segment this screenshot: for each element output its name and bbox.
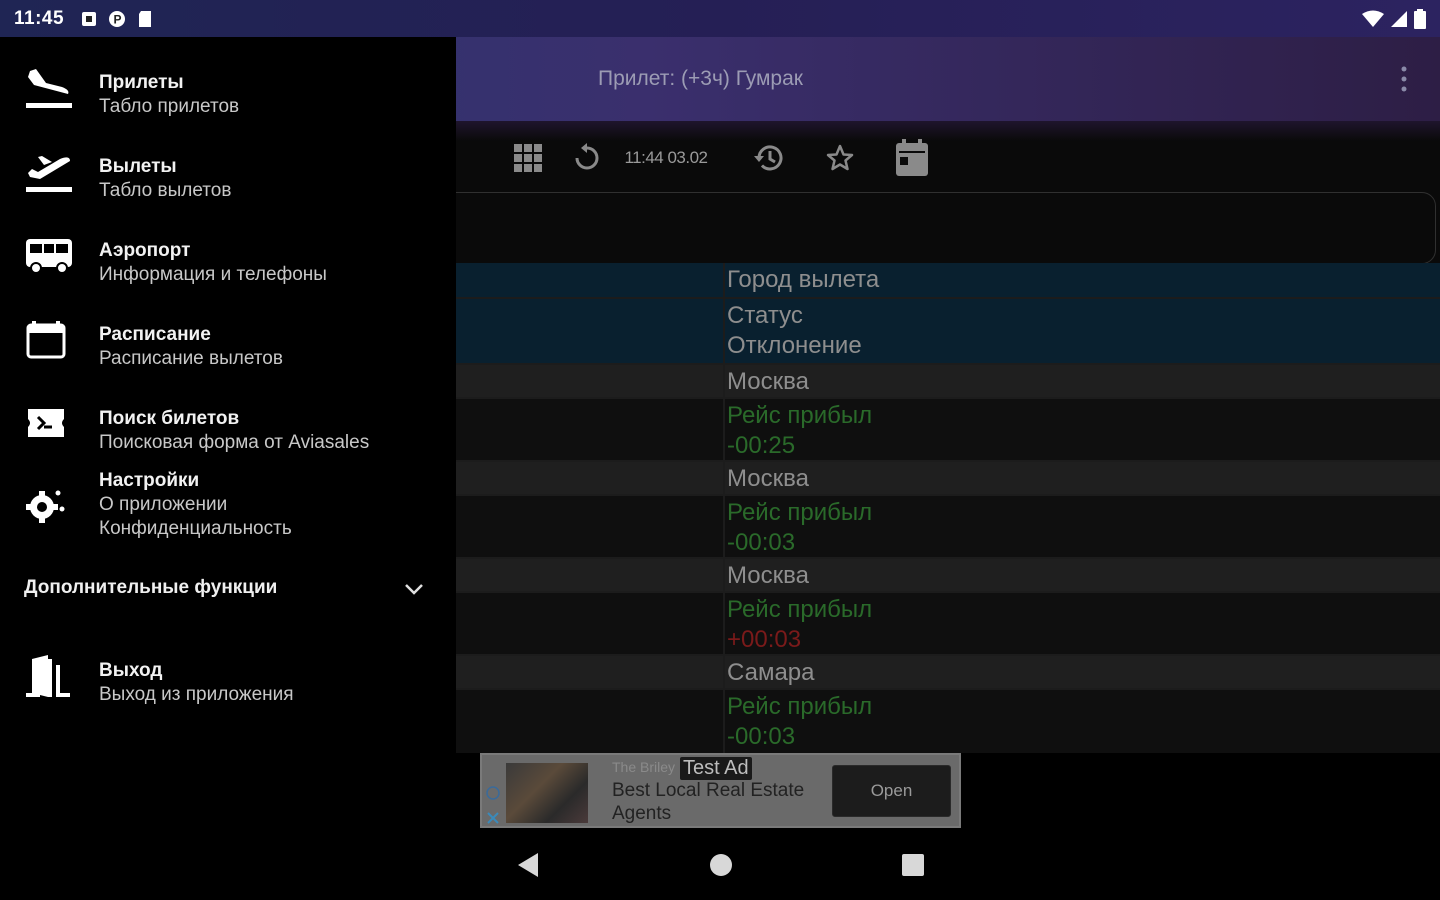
- settings-icon: [26, 490, 65, 523]
- exit-door-icon: [26, 655, 70, 697]
- ad-advertiser: The Briley: [612, 759, 676, 775]
- drawer-item-schedule[interactable]: Расписание Расписание вылетов: [0, 311, 456, 381]
- drawer-item-airport[interactable]: Аэропорт Информация и телефоны: [0, 227, 456, 297]
- status-time: 11:45: [14, 7, 65, 29]
- app-bar-title: Прилет: (+3ч) Гумрак: [598, 67, 803, 90]
- drawer-item-subtitle: Выход из приложения: [99, 684, 294, 705]
- drawer-item-exit[interactable]: Выход Выход из приложения: [0, 647, 456, 717]
- drawer-item-arrivals[interactable]: Прилеты Табло прилетов: [0, 59, 456, 129]
- recents-icon[interactable]: [898, 850, 928, 880]
- drawer-item-title: Вылеты: [99, 156, 177, 177]
- drawer-item-title: Аэропорт: [99, 240, 191, 261]
- table-row[interactable]: Рейс прибыл -00:03: [456, 690, 1440, 753]
- header-deviation: Отклонение: [727, 332, 862, 359]
- system-nav-bar: [0, 828, 1440, 900]
- row-status: Рейс прибыл: [727, 402, 873, 429]
- history-icon: [754, 145, 783, 171]
- adchoices-icon[interactable]: [486, 785, 500, 825]
- table-row[interactable]: Москва: [456, 365, 1440, 399]
- calendar-icon: [26, 321, 66, 359]
- row-deviation: -00:03: [727, 723, 796, 750]
- row-deviation: -00:25: [727, 432, 796, 459]
- table-row[interactable]: Рейс прибыл -00:03: [456, 496, 1440, 559]
- sd-card-icon: [139, 10, 152, 27]
- drawer-item-subtitle: Табло прилетов: [99, 96, 240, 117]
- ticket-search-icon: [28, 409, 64, 437]
- header-city: Город вылета: [727, 266, 880, 293]
- p-badge-icon: P: [109, 10, 126, 27]
- ad-image: [506, 763, 588, 823]
- row-city: Москва: [727, 465, 809, 492]
- notification-square-icon: [82, 11, 97, 26]
- header-status: Статус: [727, 302, 803, 329]
- drawer-item-subtitle: Табло вылетов: [99, 180, 232, 201]
- flights-table: Город вылета Статус Отклонение Москва Ре…: [456, 263, 1440, 753]
- table-header-row-2: Статус Отклонение: [456, 299, 1440, 365]
- ad-banner[interactable]: The Briley Test Ad Best Local Real Estat…: [480, 753, 961, 828]
- drawer-item-title: Настройки: [99, 470, 200, 491]
- row-city: Москва: [727, 562, 809, 589]
- refresh-button[interactable]: [572, 137, 602, 179]
- drawer-item-subtitle-privacy[interactable]: Конфиденциальность: [99, 518, 292, 540]
- flight-land-icon: [26, 69, 72, 108]
- table-row[interactable]: Рейс прибыл +00:03: [456, 593, 1440, 656]
- ad-test-badge: Test Ad: [680, 757, 752, 780]
- drawer-item-title: Расписание: [99, 324, 211, 345]
- status-bar: 11:45 P: [0, 0, 1440, 37]
- row-city: Москва: [727, 368, 809, 395]
- home-icon[interactable]: [706, 850, 736, 880]
- drawer-item-subtitle-about[interactable]: О приложении: [99, 494, 227, 516]
- row-deviation: +00:03: [727, 626, 802, 653]
- row-status: Рейс прибыл: [727, 596, 873, 623]
- flight-takeoff-icon: [26, 156, 72, 192]
- table-row[interactable]: Рейс прибыл -00:25: [456, 399, 1440, 462]
- drawer-item-title: Поиск билетов: [99, 408, 240, 429]
- drawer-item-departures[interactable]: Вылеты Табло вылетов: [0, 143, 456, 213]
- toolbar: 11:44 03.02: [456, 137, 1440, 179]
- battery-icon: [1414, 8, 1426, 29]
- back-icon[interactable]: [514, 850, 544, 880]
- star-outline-icon: [826, 144, 854, 171]
- drawer-item-subtitle: Поисковая форма от Aviasales: [99, 432, 370, 453]
- drawer-item-title: Прилеты: [99, 72, 184, 93]
- bus-icon: [26, 239, 72, 274]
- drawer-item-settings[interactable]: Настройки О приложении Конфиденциальност…: [0, 467, 456, 547]
- row-status: Рейс прибыл: [727, 693, 873, 720]
- table-row[interactable]: Москва: [456, 462, 1440, 496]
- drawer-item-title: Выход: [99, 660, 163, 681]
- favorite-button[interactable]: [824, 137, 856, 179]
- row-deviation: -00:03: [727, 529, 796, 556]
- row-city: Самара: [727, 659, 815, 686]
- svg-text:P: P: [114, 12, 122, 26]
- updated-time: 11:44 03.02: [624, 148, 708, 167]
- signal-icon: [1391, 10, 1407, 27]
- calendar-button[interactable]: [892, 137, 932, 179]
- more-vert-icon[interactable]: [1394, 63, 1414, 95]
- calendar-icon: [896, 139, 928, 176]
- table-row[interactable]: Самара: [456, 656, 1440, 690]
- table-row[interactable]: Москва: [456, 559, 1440, 593]
- ad-open-button[interactable]: Open: [832, 765, 951, 817]
- table-header-row-1: Город вылета: [456, 263, 1440, 299]
- history-button[interactable]: [752, 137, 786, 179]
- drawer-section-extra-features[interactable]: Дополнительные функции: [24, 577, 277, 599]
- grid-icon: [514, 144, 542, 172]
- search-field[interactable]: [400, 192, 1436, 264]
- grid-button[interactable]: [510, 137, 546, 179]
- row-status: Рейс прибыл: [727, 499, 873, 526]
- chevron-down-icon[interactable]: [402, 577, 426, 601]
- ad-headline: Best Local Real Estate Agents: [612, 780, 805, 824]
- navigation-drawer: Прилеты Табло прилетов Вылеты Табло выле…: [0, 37, 456, 753]
- drawer-item-subtitle: Расписание вылетов: [99, 348, 283, 369]
- wifi-icon: [1362, 10, 1384, 27]
- drawer-item-subtitle: Информация и телефоны: [99, 264, 327, 285]
- refresh-icon: [575, 143, 599, 170]
- drawer-item-ticket-search[interactable]: Поиск билетов Поисковая форма от Aviasal…: [0, 395, 456, 465]
